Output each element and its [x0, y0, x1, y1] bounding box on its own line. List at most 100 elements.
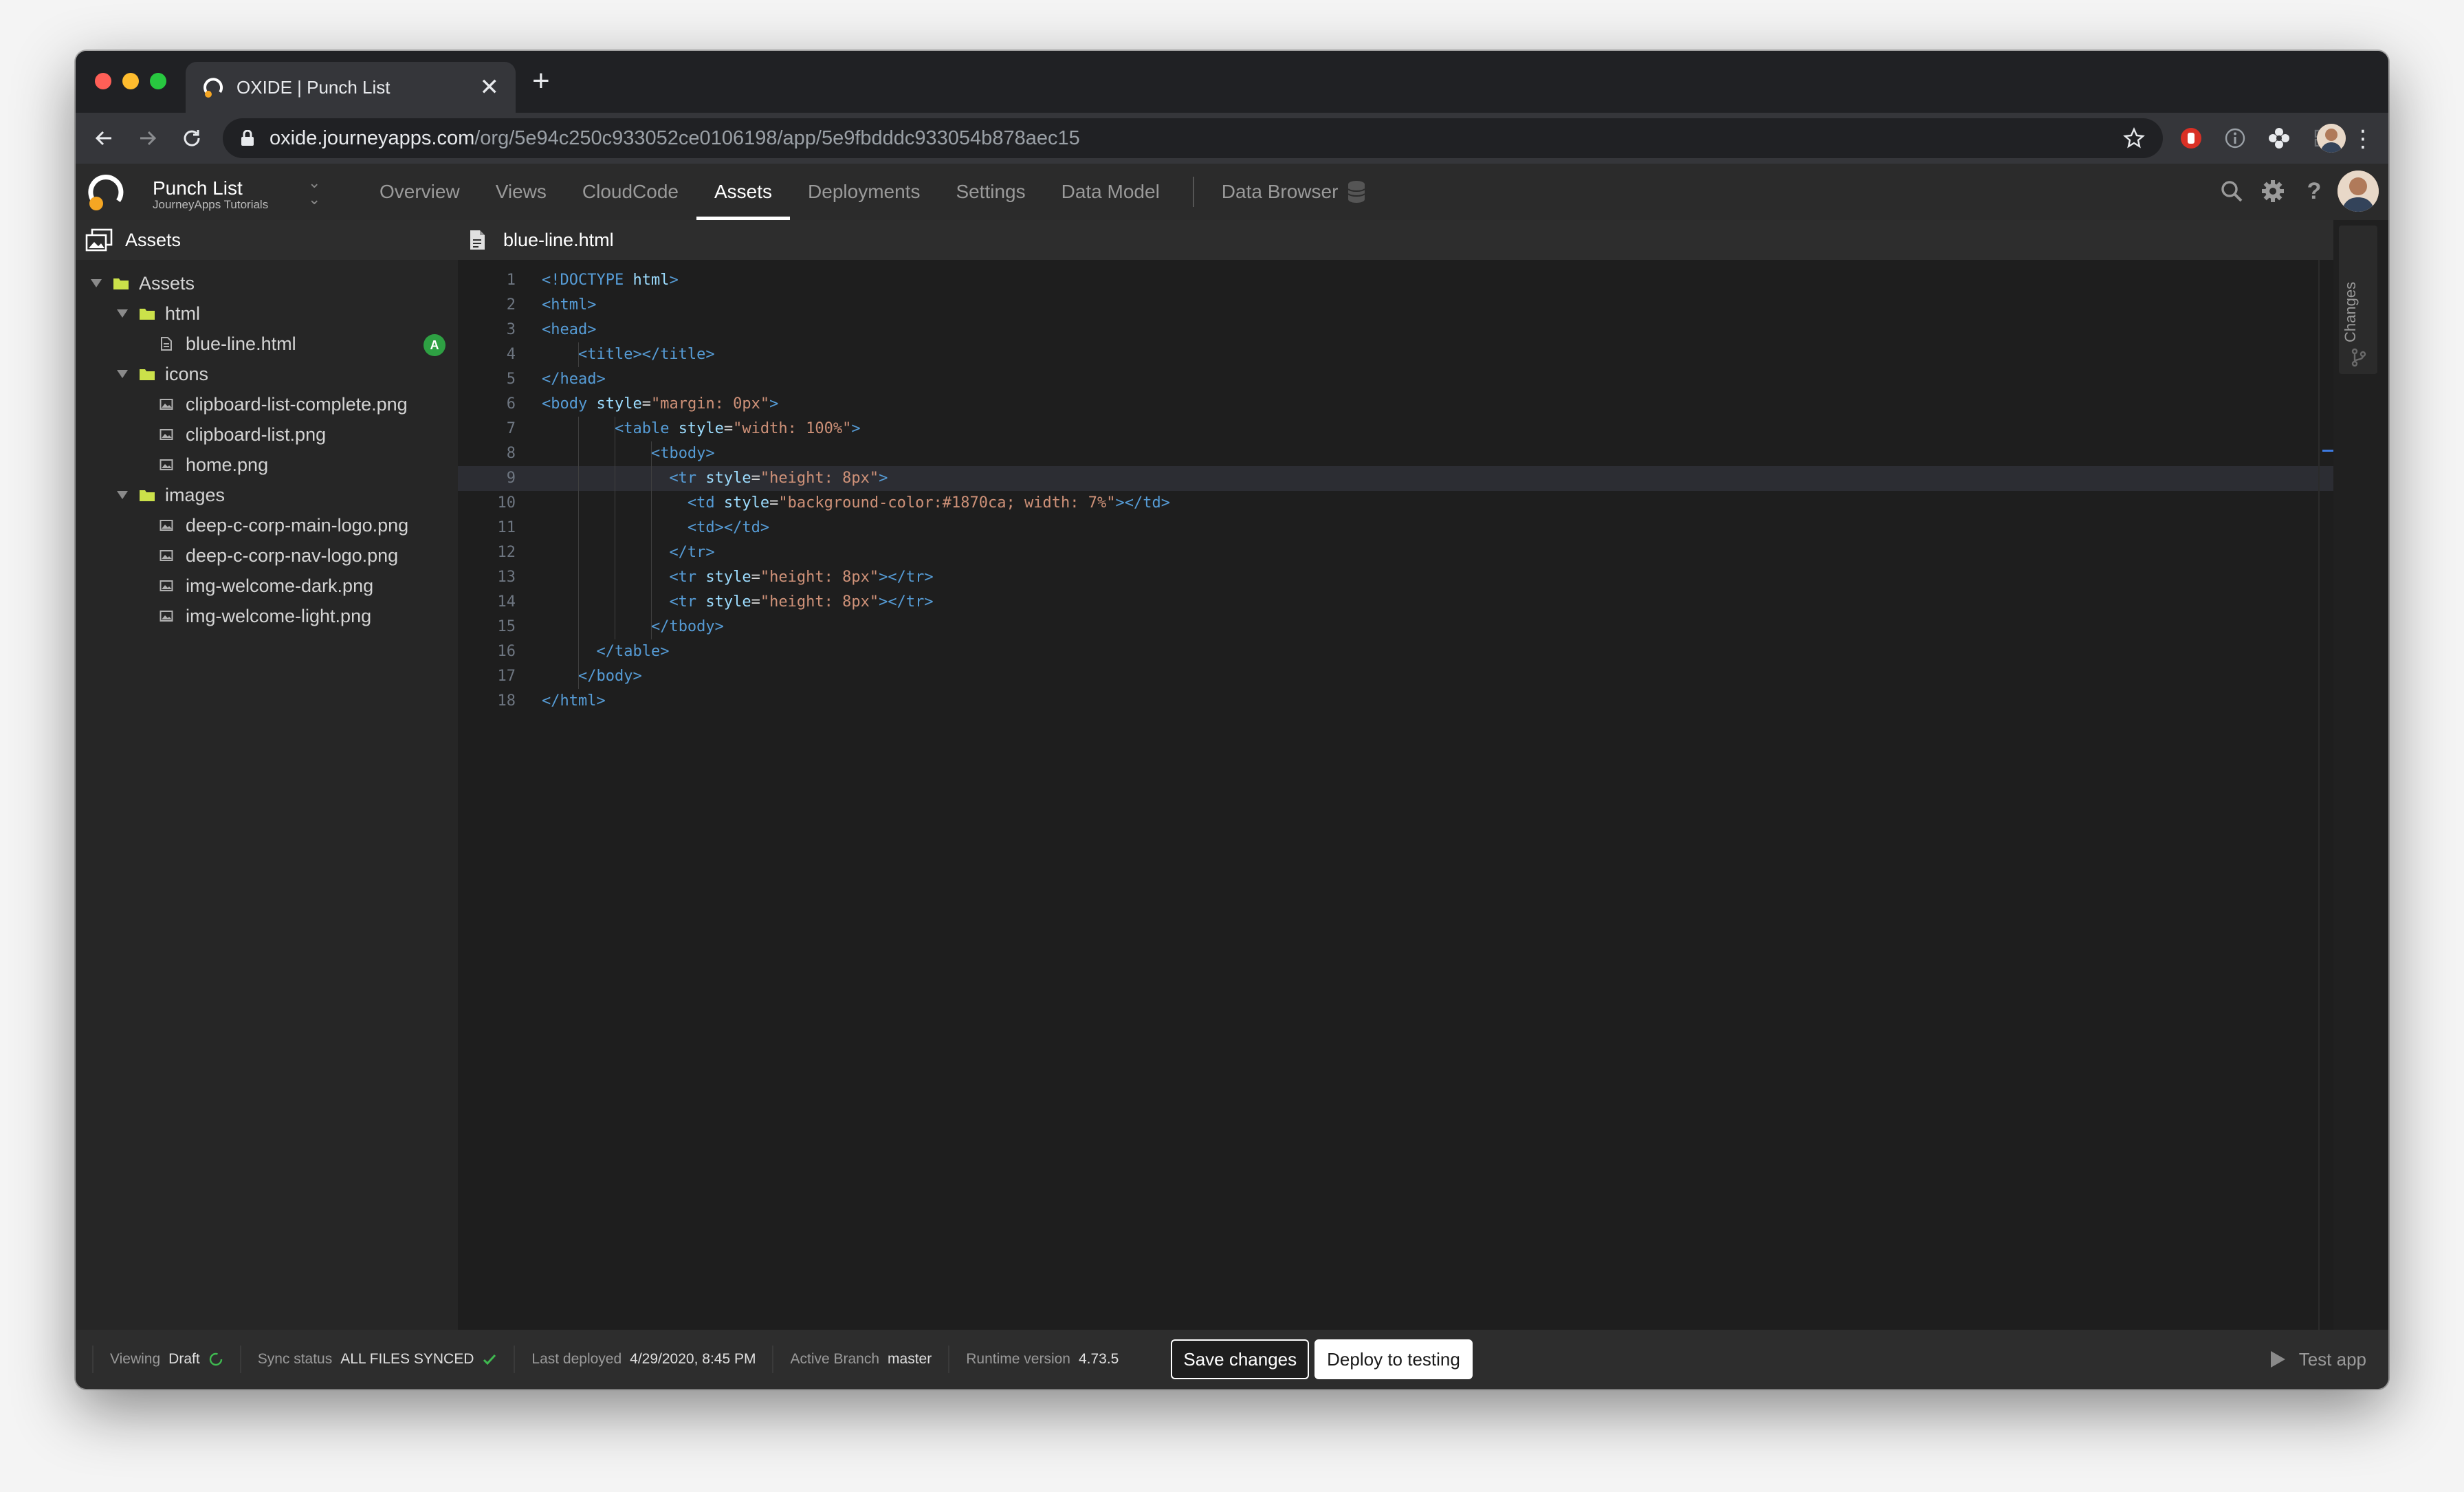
caret-down-icon[interactable]: [116, 308, 129, 319]
tree-folder-row[interactable]: html: [76, 298, 458, 329]
code-token: >: [669, 272, 679, 289]
code-token: <td></td>: [687, 519, 770, 536]
minimize-window-button[interactable]: [122, 73, 139, 89]
help-icon[interactable]: ?: [2302, 179, 2326, 204]
bookmark-star-icon[interactable]: [2123, 127, 2145, 149]
save-changes-button[interactable]: Save changes: [1171, 1339, 1310, 1379]
code-token: <tbody>: [650, 445, 715, 462]
line-number: 4: [506, 346, 516, 363]
image-file-icon: [160, 459, 173, 470]
tree-file-row[interactable]: deep-c-corp-main-logo.png: [76, 510, 458, 540]
code-line[interactable]: 4 <title></title>: [458, 342, 2333, 367]
tree-folder-row[interactable]: images: [76, 480, 458, 510]
image-file-icon: [160, 550, 173, 561]
code-token: =: [769, 494, 779, 512]
code-token: >: [769, 395, 779, 413]
code-line[interactable]: 15 </tbody>: [458, 615, 2333, 639]
address-bar[interactable]: oxide.journeyapps.com/org/5e94c250c93305…: [223, 118, 2163, 158]
search-icon[interactable]: [2219, 179, 2244, 204]
code-line[interactable]: 18 </html>: [458, 689, 2333, 714]
code-line[interactable]: 14 <tr style="height: 8px"></tr>: [458, 590, 2333, 615]
caret-down-icon[interactable]: [116, 369, 129, 380]
code-line[interactable]: 10 <td style="background-color:#1870ca; …: [458, 491, 2333, 516]
caret-down-icon[interactable]: [116, 490, 129, 501]
tab-data-browser[interactable]: Data Browser: [1209, 164, 1384, 220]
stop-extension-icon[interactable]: [2179, 127, 2203, 150]
caret-down-icon[interactable]: [89, 278, 103, 289]
flower-extension-icon[interactable]: [2267, 127, 2291, 150]
tree-file-row[interactable]: home.png: [76, 450, 458, 480]
code-line[interactable]: 2 <html>: [458, 293, 2333, 318]
code-line[interactable]: 1 <!DOCTYPE html>: [458, 268, 2333, 293]
tree-file-row[interactable]: clipboard-list.png: [76, 419, 458, 450]
tab-deployments[interactable]: Deployments: [790, 164, 938, 220]
code-line[interactable]: 11 <td></td>: [458, 516, 2333, 540]
close-tab-icon[interactable]: ✕: [480, 76, 500, 99]
url-path: /org/5e94c250c933052ce0106198/app/5e9fbd…: [474, 127, 1080, 149]
tab-cloudcode[interactable]: CloudCode: [564, 164, 696, 220]
reload-button[interactable]: [176, 122, 208, 154]
code-text: <td></td>: [542, 516, 769, 540]
code-line[interactable]: 17 </body>: [458, 664, 2333, 689]
viewing-value: Draft: [168, 1351, 200, 1367]
gear-icon[interactable]: [2260, 179, 2285, 204]
tree-file-row[interactable]: clipboard-list-complete.png: [76, 389, 458, 419]
user-avatar[interactable]: [2338, 171, 2379, 212]
tree-folder-row[interactable]: icons: [76, 359, 458, 389]
close-window-button[interactable]: [95, 73, 111, 89]
deploy-to-testing-button[interactable]: Deploy to testing: [1314, 1339, 1473, 1379]
code-area[interactable]: 1 <!DOCTYPE html> 2 <html> 3 <head> 4 <title><…: [458, 268, 2333, 714]
code-token: =: [641, 395, 651, 413]
oxide-logo-icon[interactable]: [85, 171, 128, 213]
tree-file-row[interactable]: img-welcome-dark.png: [76, 571, 458, 601]
line-number: 3: [506, 321, 516, 338]
tree-file-row[interactable]: img-welcome-light.png: [76, 601, 458, 631]
info-extension-icon[interactable]: [2223, 127, 2247, 150]
code-line[interactable]: 5 </head>: [458, 367, 2333, 392]
code-token: </html>: [542, 692, 606, 710]
code-text: <tr style="height: 8px"></tr>: [542, 565, 933, 590]
app-name[interactable]: Punch List: [153, 177, 243, 199]
forward-button[interactable]: [132, 122, 164, 154]
code-line[interactable]: 12 </tr>: [458, 540, 2333, 565]
browser-tab[interactable]: OXIDE | Punch List ✕: [186, 62, 516, 113]
tree-folder-row[interactable]: Assets: [76, 268, 458, 298]
code-line[interactable]: 3 <head>: [458, 318, 2333, 342]
code-line[interactable]: 6 <body style="margin: 0px">: [458, 392, 2333, 417]
line-number: 14: [497, 593, 516, 611]
editor-tab[interactable]: blue-line.html: [458, 220, 2333, 260]
url-text: oxide.journeyapps.com/org/5e94c250c93305…: [270, 127, 2123, 150]
more-vertical-icon[interactable]: ⋮: [2351, 125, 2375, 153]
app-switcher-chevron-icon[interactable]: ⌄ ⌄: [308, 174, 320, 208]
code-line[interactable]: 8 <tbody>: [458, 441, 2333, 466]
changes-panel-toggle[interactable]: Changes: [2339, 226, 2377, 374]
code-token: <!DOCTYPE: [542, 272, 633, 289]
added-status-badge: A: [424, 334, 446, 356]
sync-value: ALL FILES SYNCED: [340, 1351, 474, 1367]
back-button[interactable]: [88, 122, 120, 154]
code-line[interactable]: 7 <table style="width: 100%">: [458, 417, 2333, 441]
line-number: 18: [497, 692, 516, 710]
new-tab-icon[interactable]: +: [532, 66, 550, 96]
code-line[interactable]: 13 <tr style="height: 8px"></tr>: [458, 565, 2333, 590]
code-line[interactable]: 9 <tr style="height: 8px">: [458, 466, 2333, 491]
tab-data-model[interactable]: Data Model: [1044, 164, 1178, 220]
runtime-label: Runtime version: [966, 1351, 1070, 1367]
tree-file-row[interactable]: deep-c-corp-nav-logo.png: [76, 540, 458, 571]
editor-scrollbar[interactable]: [2318, 260, 2320, 1330]
code-token: "height: 8px": [760, 569, 879, 586]
maximize-window-button[interactable]: [150, 73, 166, 89]
tab-settings[interactable]: Settings: [938, 164, 1043, 220]
tree-file-row[interactable]: blue-line.html A: [76, 329, 458, 359]
tab-assets[interactable]: Assets: [696, 164, 791, 220]
tree-item-label: icons: [165, 363, 209, 384]
tab-overview[interactable]: Overview: [362, 164, 478, 220]
profile-avatar[interactable]: [2317, 124, 2346, 153]
tab-views[interactable]: Views: [478, 164, 564, 220]
code-line[interactable]: 16 </table>: [458, 639, 2333, 664]
test-app-button[interactable]: Test app: [2269, 1330, 2366, 1389]
last-deployed: Last deployed 4/29/2020, 8:45 PM: [515, 1346, 774, 1373]
